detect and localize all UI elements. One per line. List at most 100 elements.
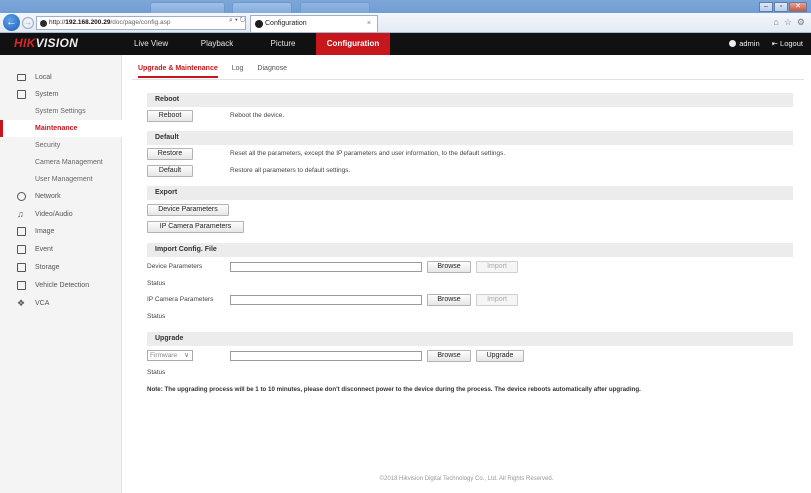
upgrade-file-input[interactable]: [230, 351, 422, 361]
upgrade-browse-button[interactable]: Browse: [427, 350, 471, 362]
ip-camera-parameters-import-button[interactable]: Import: [476, 294, 518, 306]
ip-camera-parameters-file-input[interactable]: [230, 295, 422, 305]
sidebar-item-label: Image: [35, 228, 55, 235]
nav-live-view[interactable]: Live View: [124, 33, 184, 55]
section-default-header: Default: [147, 131, 793, 145]
tab-title: Configuration: [265, 20, 307, 27]
sidebar-item-video-audio[interactable]: ♫ Video/Audio: [0, 206, 122, 223]
section-upgrade-header: Upgrade: [147, 332, 793, 346]
sidebar-item-vca[interactable]: ❖ VCA: [0, 295, 122, 312]
browser-toolbar-icons: ⌂ ☆ ⚙: [773, 17, 805, 28]
upgrade-button[interactable]: Upgrade: [476, 350, 524, 362]
ip-camera-parameters-label: IP Camera Parameters: [147, 296, 214, 303]
logo-part-red: HIK: [14, 36, 36, 50]
device-parameters-browse-button[interactable]: Browse: [427, 261, 471, 273]
sidebar-item-system-settings[interactable]: System Settings: [35, 103, 121, 120]
site-icon: [40, 20, 47, 27]
browser-background-tab[interactable]: [150, 2, 225, 13]
browser-background-tab[interactable]: [300, 2, 370, 13]
star-icon[interactable]: ☆: [784, 17, 792, 28]
app-header: HIKVISION Live View Playback Picture Con…: [0, 33, 811, 55]
nav-picture[interactable]: Picture: [250, 33, 316, 55]
url-path: /doc/page/config.asp: [110, 19, 171, 26]
tab-log[interactable]: Log: [232, 65, 244, 78]
gear-icon[interactable]: ⚙: [797, 17, 805, 28]
sidebar-item-label: Local: [35, 74, 52, 81]
user-icon: [729, 40, 737, 47]
logout-icon: ⇤: [771, 39, 778, 48]
export-ip-camera-parameters-button[interactable]: IP Camera Parameters: [147, 221, 244, 233]
back-arrow-icon[interactable]: ←: [3, 14, 20, 31]
user-area: admin ⇤ Logout: [729, 33, 803, 55]
hikvision-logo: HIKVISION: [14, 36, 78, 50]
address-bar-row: ← → http://192.168.200.29/doc/page/confi…: [0, 13, 811, 33]
content-panel: Upgrade & Maintenance Log Diagnose Reboo…: [122, 55, 811, 493]
sidebar-item-image[interactable]: Image: [0, 223, 122, 240]
device-parameters-import-button[interactable]: Import: [476, 261, 518, 273]
sidebar-item-security[interactable]: Security: [35, 137, 121, 154]
sidebar-item-maintenance[interactable]: Maintenance: [0, 120, 122, 137]
search-refresh-controls[interactable]: ⌕ ▾ ↻: [229, 17, 246, 25]
device-parameters-file-input[interactable]: [230, 262, 422, 272]
nav-playback[interactable]: Playback: [184, 33, 250, 55]
close-window-button[interactable]: ✕: [789, 2, 807, 12]
sidebar-item-network[interactable]: Network: [0, 188, 122, 205]
sidebar-item-local[interactable]: Local: [0, 69, 122, 86]
home-icon[interactable]: ⌂: [773, 17, 778, 28]
default-button[interactable]: Default: [147, 165, 193, 177]
restore-button[interactable]: Restore: [147, 148, 193, 160]
sidebar-item-label: System: [35, 91, 59, 98]
tab-diagnose[interactable]: Diagnose: [257, 65, 287, 78]
logout-button[interactable]: ⇤ Logout: [772, 33, 803, 55]
minimize-button[interactable]: –: [759, 2, 773, 12]
url-host: 192.168.200.29: [65, 19, 111, 26]
tab-upgrade-maintenance[interactable]: Upgrade & Maintenance: [138, 65, 218, 78]
logout-label: Logout: [780, 39, 803, 48]
username: admin: [739, 39, 760, 48]
sidebar-item-label: Event: [35, 246, 53, 253]
image-icon: [17, 227, 26, 236]
default-description: Restore all parameters to default settin…: [230, 167, 351, 174]
globe-icon: [17, 192, 26, 201]
browser-background-tab[interactable]: [232, 2, 292, 13]
sidebar-item-camera-management[interactable]: Camera Management: [35, 154, 121, 171]
user-menu[interactable]: admin: [729, 33, 760, 55]
sidebar-item-vehicle-detection[interactable]: Vehicle Detection: [0, 277, 122, 294]
sidebar-item-storage[interactable]: Storage: [0, 259, 122, 276]
browser-chrome: – ▫ ✕ ← → http://192.168.200.29/doc/page…: [0, 0, 811, 33]
browser-active-tab[interactable]: Configuration ×: [250, 15, 378, 32]
sidebar-item-event[interactable]: Event: [0, 241, 122, 258]
sidebar: Local System System Settings Maintenance…: [0, 55, 122, 493]
sidebar-item-system[interactable]: System: [0, 86, 122, 103]
sidebar-item-label: Storage: [35, 264, 60, 271]
ip-camera-parameters-browse-button[interactable]: Browse: [427, 294, 471, 306]
device-parameters-label: Device Parameters: [147, 263, 203, 270]
tab-close-icon[interactable]: ×: [367, 16, 371, 32]
calendar-icon: [17, 245, 26, 254]
forward-arrow-icon[interactable]: →: [22, 17, 34, 29]
upgrade-type-value: Firmware: [150, 352, 178, 359]
tab-divider: [132, 79, 804, 80]
export-device-parameters-button[interactable]: Device Parameters: [147, 204, 229, 216]
device-parameters-status: Status: [147, 280, 166, 287]
url-input[interactable]: http://192.168.200.29/doc/page/config.as…: [36, 16, 246, 30]
upgrade-type-select[interactable]: Firmware ∨: [147, 350, 193, 361]
vca-icon: ❖: [17, 298, 26, 308]
sidebar-item-label: Vehicle Detection: [35, 282, 90, 289]
reboot-button[interactable]: Reboot: [147, 110, 193, 122]
sidebar-item-label: Network: [35, 193, 61, 200]
upgrade-note: Note: The upgrading process will be 1 to…: [147, 386, 641, 393]
upgrade-status: Status: [147, 369, 166, 376]
monitor-icon: [17, 74, 26, 81]
chevron-down-icon: ∨: [184, 352, 189, 359]
maximize-button[interactable]: ▫: [774, 2, 788, 12]
section-import-config-header: Import Config. File: [147, 243, 793, 257]
url-scheme: http://: [49, 19, 66, 26]
video-audio-icon: ♫: [17, 209, 24, 219]
footer-copyright: ©2018 Hikvision Digital Technology Co., …: [379, 476, 554, 482]
sidebar-item-user-management[interactable]: User Management: [35, 171, 121, 188]
reboot-description: Reboot the device.: [230, 112, 285, 119]
vehicle-detection-icon: [17, 281, 26, 290]
nav-configuration[interactable]: Configuration: [316, 33, 390, 55]
section-reboot-header: Reboot: [147, 93, 793, 107]
